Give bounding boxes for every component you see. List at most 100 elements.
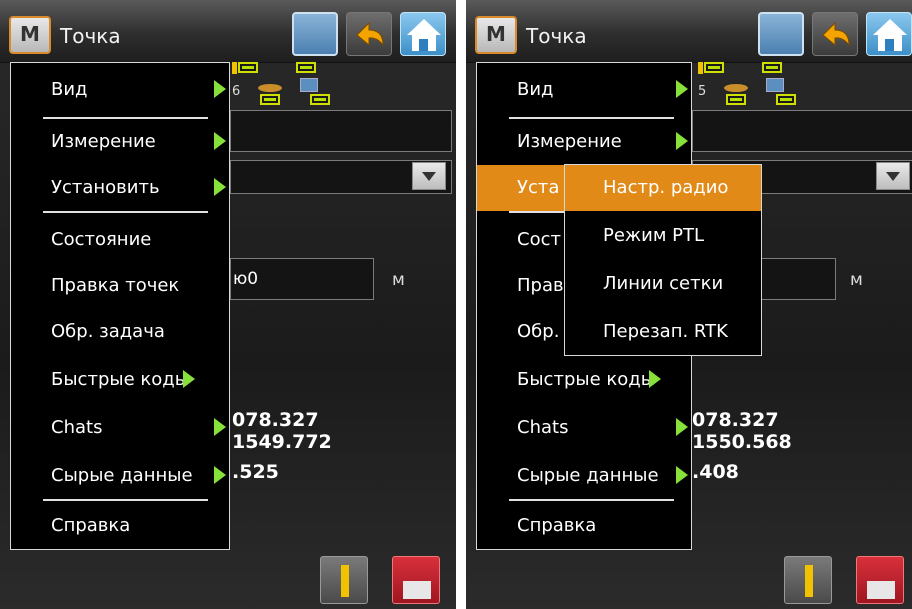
menu-item-help[interactable]: Справка bbox=[11, 503, 229, 549]
menu-item-view[interactable]: Вид bbox=[11, 67, 229, 113]
screen-right: M Точка 5 м 078.327 1550.568 .408 Вид Из… bbox=[466, 0, 912, 609]
menu-item-label: Уста bbox=[517, 177, 560, 198]
submenu-arrow-icon bbox=[676, 132, 688, 150]
page-title: Точка bbox=[526, 24, 587, 48]
menu-item-measure[interactable]: Измерение bbox=[477, 119, 691, 165]
submenu-arrow-icon bbox=[676, 80, 688, 98]
submenu-item-ptl-mode[interactable]: Режим PTL bbox=[565, 213, 761, 259]
submenu-arrow-icon bbox=[214, 466, 226, 484]
title-bar: M Точка bbox=[0, 0, 456, 63]
coord-height: .525 bbox=[232, 461, 279, 483]
satellite-icon bbox=[724, 84, 748, 92]
battery-icon bbox=[704, 62, 724, 73]
submenu-item-radio-settings[interactable]: Настр. радио bbox=[565, 165, 761, 211]
menu-item-label: Обр. bbox=[517, 321, 560, 342]
coord-east: 1549.772 bbox=[232, 431, 332, 453]
submenu-arrow-icon bbox=[214, 80, 226, 98]
battery-icon bbox=[310, 94, 330, 105]
menu-item-view[interactable]: Вид bbox=[477, 67, 691, 113]
save-icon[interactable] bbox=[856, 556, 904, 604]
submenu-arrow-icon bbox=[183, 370, 195, 388]
menu-divider bbox=[43, 499, 208, 501]
menu-item-measure[interactable]: Измерение bbox=[11, 119, 229, 165]
menu-item-label: Chats bbox=[517, 417, 569, 438]
battery-icon bbox=[260, 94, 280, 105]
menu-item-quick-codes[interactable]: Быстрые коды bbox=[477, 357, 691, 403]
battery-icon bbox=[726, 94, 746, 105]
back-arrow-icon bbox=[822, 21, 850, 47]
chevron-down-icon[interactable] bbox=[876, 162, 910, 190]
back-arrow-icon bbox=[356, 21, 384, 47]
menu-item-chats[interactable]: Chats bbox=[11, 405, 229, 451]
submenu-arrow-icon bbox=[676, 466, 688, 484]
point-name-field[interactable] bbox=[230, 110, 452, 152]
battery-icon bbox=[762, 62, 782, 73]
list-icon[interactable] bbox=[292, 12, 338, 56]
flag-icon bbox=[232, 62, 237, 74]
home-icon bbox=[407, 19, 441, 51]
submenu-arrow-icon bbox=[649, 370, 661, 388]
setup-submenu: Настр. радио Режим PTL Линии сетки Перез… bbox=[564, 164, 762, 356]
menu-item-label: Измерение bbox=[517, 131, 622, 152]
menu-item-label: Измерение bbox=[51, 131, 156, 152]
coord-height: .408 bbox=[692, 461, 739, 483]
title-bar: M Точка bbox=[466, 0, 912, 63]
menu-item-label: Справка bbox=[517, 515, 597, 536]
menu-item-help[interactable]: Справка bbox=[477, 503, 691, 549]
menu-item-raw-data[interactable]: Сырые данные bbox=[477, 453, 691, 499]
submenu-item-restart-rtk[interactable]: Перезап. RTK bbox=[565, 309, 761, 355]
main-menu: Вид Измерение Установить Состояние Правк… bbox=[10, 62, 230, 550]
menu-item-chats[interactable]: Chats bbox=[477, 405, 691, 451]
menu-item-label: Chats bbox=[51, 417, 103, 438]
menu-item-status[interactable]: Состояние bbox=[11, 217, 229, 263]
save-icon[interactable] bbox=[392, 556, 440, 604]
antenna-height-value: ю0 bbox=[233, 269, 259, 289]
home-icon[interactable] bbox=[400, 12, 446, 56]
submenu-item-grid-lines[interactable]: Линии сетки bbox=[565, 261, 761, 307]
satellite-count: 5 bbox=[698, 84, 707, 99]
menu-item-label: Состояние bbox=[51, 229, 152, 250]
menu-item-label: Установить bbox=[51, 177, 160, 198]
submenu-arrow-icon bbox=[214, 418, 226, 436]
surveyor-icon[interactable] bbox=[784, 556, 832, 604]
submenu-arrow-icon bbox=[676, 418, 688, 436]
menu-item-label: Сырые данные bbox=[51, 465, 193, 486]
battery-icon bbox=[776, 94, 796, 105]
back-arrow-icon[interactable] bbox=[812, 12, 858, 56]
surveyor-icon[interactable] bbox=[320, 556, 368, 604]
submenu-arrow-icon bbox=[214, 132, 226, 150]
menu-divider bbox=[509, 499, 674, 501]
menu-item-setup[interactable]: Установить bbox=[11, 165, 229, 211]
battery-icon bbox=[238, 62, 258, 73]
flag-icon bbox=[698, 62, 703, 74]
screen-left: M Точка 6 ю0 м 078.327 1549.772 .525 Вид… bbox=[0, 0, 456, 609]
main-menu-button[interactable]: M bbox=[9, 16, 51, 54]
menu-item-label: Быстрые коды bbox=[517, 369, 655, 390]
receiver-icon bbox=[300, 78, 318, 92]
menu-item-quick-codes[interactable]: Быстрые коды bbox=[11, 357, 229, 403]
chevron-down-icon[interactable] bbox=[412, 162, 446, 190]
menu-item-label: Сырые данные bbox=[517, 465, 659, 486]
back-arrow-icon[interactable] bbox=[346, 12, 392, 56]
satellite-count: 6 bbox=[232, 84, 241, 99]
menu-item-label: Сост bbox=[517, 229, 561, 250]
antenna-height-field[interactable]: ю0 bbox=[230, 258, 374, 300]
menu-item-edit-points[interactable]: Правка точек bbox=[11, 263, 229, 309]
menu-item-label: Быстрые коды bbox=[51, 369, 189, 390]
menu-item-label: Вид bbox=[51, 79, 88, 100]
list-icon[interactable] bbox=[758, 12, 804, 56]
main-menu-button[interactable]: M bbox=[475, 16, 517, 54]
point-name-field[interactable] bbox=[692, 110, 912, 152]
home-icon[interactable] bbox=[866, 12, 912, 56]
menu-item-label: Правка точек bbox=[51, 275, 180, 296]
menu-item-label: Справка bbox=[51, 515, 131, 536]
battery-icon bbox=[296, 62, 316, 73]
coord-north: 078.327 bbox=[232, 409, 319, 431]
menu-item-inverse[interactable]: Обр. задача bbox=[11, 309, 229, 355]
menu-item-label: Прав bbox=[517, 275, 564, 296]
satellite-icon bbox=[258, 84, 282, 92]
menu-item-raw-data[interactable]: Сырые данные bbox=[11, 453, 229, 499]
unit-label: м bbox=[392, 270, 405, 290]
coord-east: 1550.568 bbox=[692, 431, 792, 453]
coord-north: 078.327 bbox=[692, 409, 779, 431]
